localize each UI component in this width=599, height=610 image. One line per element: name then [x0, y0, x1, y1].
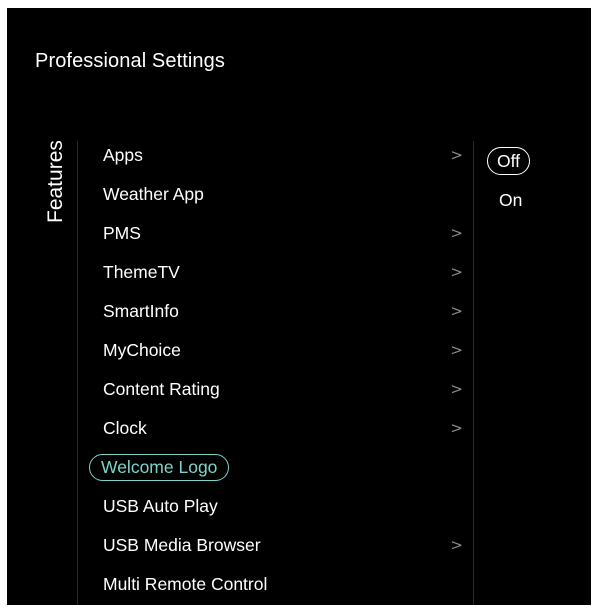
menu-item-welcome-logo[interactable]: Welcome Logo: [89, 448, 469, 487]
menu-item-label: ThemeTV: [103, 262, 180, 282]
chevron-right-icon: >: [450, 380, 463, 398]
chevron-right-icon: >: [450, 419, 463, 437]
welcome-logo-options: Off On: [485, 140, 531, 220]
menu-item-label: Apps: [103, 145, 143, 165]
chevron-right-icon: >: [450, 263, 463, 281]
menu-item-label: Content Rating: [103, 379, 220, 399]
chevron-right-icon: >: [450, 302, 463, 320]
menu-item-smartinfo[interactable]: SmartInfo >: [89, 292, 469, 331]
menu-item-label: USB Media Browser: [103, 535, 261, 555]
menu-item-pms[interactable]: PMS >: [89, 214, 469, 253]
menu-item-label: PMS: [103, 223, 141, 243]
features-menu: Apps > Weather App PMS > ThemeTV > Smart…: [89, 136, 469, 604]
menu-item-label: Multi Remote Control: [103, 574, 268, 594]
menu-item-weather-app[interactable]: Weather App: [89, 175, 469, 214]
divider-left: [77, 141, 78, 605]
menu-item-mychoice[interactable]: MyChoice >: [89, 331, 469, 370]
menu-item-label: Weather App: [103, 184, 204, 204]
menu-item-apps[interactable]: Apps >: [89, 136, 469, 175]
section-label-features: Features: [44, 140, 67, 223]
menu-item-multi-remote-control[interactable]: Multi Remote Control: [89, 565, 469, 604]
page-title: Professional Settings: [35, 50, 225, 72]
menu-item-content-rating[interactable]: Content Rating >: [89, 370, 469, 409]
menu-item-clock[interactable]: Clock >: [89, 409, 469, 448]
menu-item-themetv[interactable]: ThemeTV >: [89, 253, 469, 292]
menu-item-label: Clock: [103, 418, 147, 438]
chevron-right-icon: >: [450, 146, 463, 164]
option-label: On: [499, 190, 523, 210]
menu-item-label: MyChoice: [103, 340, 181, 360]
tv-settings-screen: Professional Settings Features Apps > We…: [7, 8, 591, 605]
menu-item-label: Welcome Logo: [89, 454, 230, 481]
chevron-right-icon: >: [450, 224, 463, 242]
option-on[interactable]: On: [485, 180, 530, 220]
menu-item-usb-media-browser[interactable]: USB Media Browser >: [89, 526, 469, 565]
chevron-right-icon: >: [450, 341, 463, 359]
menu-item-label: USB Auto Play: [103, 496, 218, 516]
divider-right: [473, 141, 474, 605]
option-label: Off: [487, 147, 531, 176]
menu-item-label: SmartInfo: [103, 301, 179, 321]
chevron-right-icon: >: [450, 536, 463, 554]
menu-item-usb-auto-play[interactable]: USB Auto Play: [89, 487, 469, 526]
option-off[interactable]: Off: [485, 140, 531, 180]
